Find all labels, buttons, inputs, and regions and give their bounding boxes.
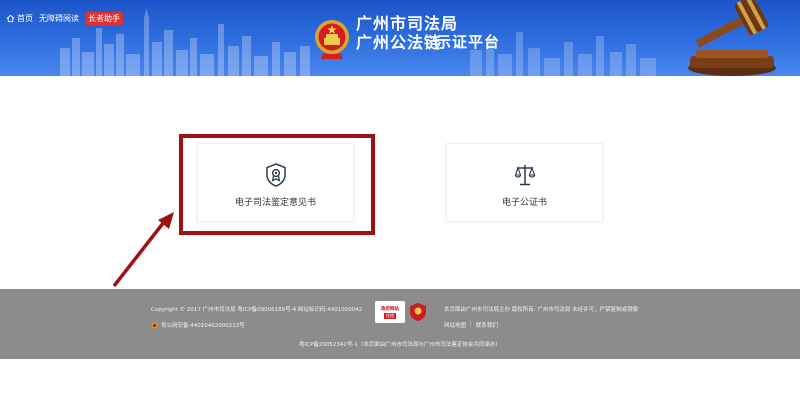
page: 首页 无障碍阅读 长者助手 广州市司法局 广州公法链 示证平台 电子司法鉴定意见… [0,0,800,401]
gov-site-error-badge[interactable]: 政府网站 找错 [375,301,405,323]
footer-copyright: Copyright © 2017 广州市司法局 粤ICP备09006188号-4… [151,307,363,313]
national-emblem-icon [315,20,349,59]
contact-us-link[interactable]: 联系我们 [476,321,498,329]
card-notarial-certificate-label: 电子公证书 [501,198,547,208]
header-banner: 首页 无障碍阅读 长者助手 广州市司法局 广州公法链 示证平台 [0,0,800,76]
police-badge-icon [151,321,158,329]
footer-police-record-text: 粤公网安备 44010402000213号 [161,323,245,329]
footer-link-separator: | [470,321,472,327]
party-gov-badge-icon[interactable] [410,303,426,321]
footer: Copyright © 2017 广州市司法局 粤ICP备09006188号-4… [0,289,800,359]
sitemap-link[interactable]: 网站地图 [444,321,466,329]
footer-icp-record: 粤ICP备20052342号-1（本页面由广州市司法局与广州市司法鉴定协会共同承… [299,342,501,348]
home-label: 首页 [17,14,33,23]
card-judicial-appraisal[interactable]: 电子司法鉴定意见书 [197,143,354,222]
home-icon [6,14,15,23]
site-title-suffix: 示证平台 [436,33,501,51]
elder-assistant-button[interactable]: 长者助手 [85,12,123,25]
footer-sponsor-text: 本页面由广州市司法局主办 版权所有: 广州市司法局 未经许可，严禁复制或镜像 [444,307,639,313]
card-notarial-certificate[interactable]: 电子公证书 [446,143,603,222]
home-link[interactable]: 首页 [6,13,33,24]
footer-links: 网站地图 | 联系我们 [444,321,498,329]
scales-icon [514,165,535,186]
gov-site-badge-bottom: 找错 [384,312,396,319]
gavel-icon [688,0,776,76]
accessible-reading-link[interactable]: 无障碍阅读 [39,13,79,24]
top-links: 首页 无障碍阅读 长者助手 [6,12,123,25]
gov-site-badge-top: 政府网站 [381,306,399,312]
footer-police-record[interactable]: 粤公网安备 44010402000213号 [151,321,245,329]
annotation-arrow [112,212,174,288]
card-judicial-appraisal-label: 电子司法鉴定意见书 [234,198,316,208]
shield-award-icon [265,163,286,187]
